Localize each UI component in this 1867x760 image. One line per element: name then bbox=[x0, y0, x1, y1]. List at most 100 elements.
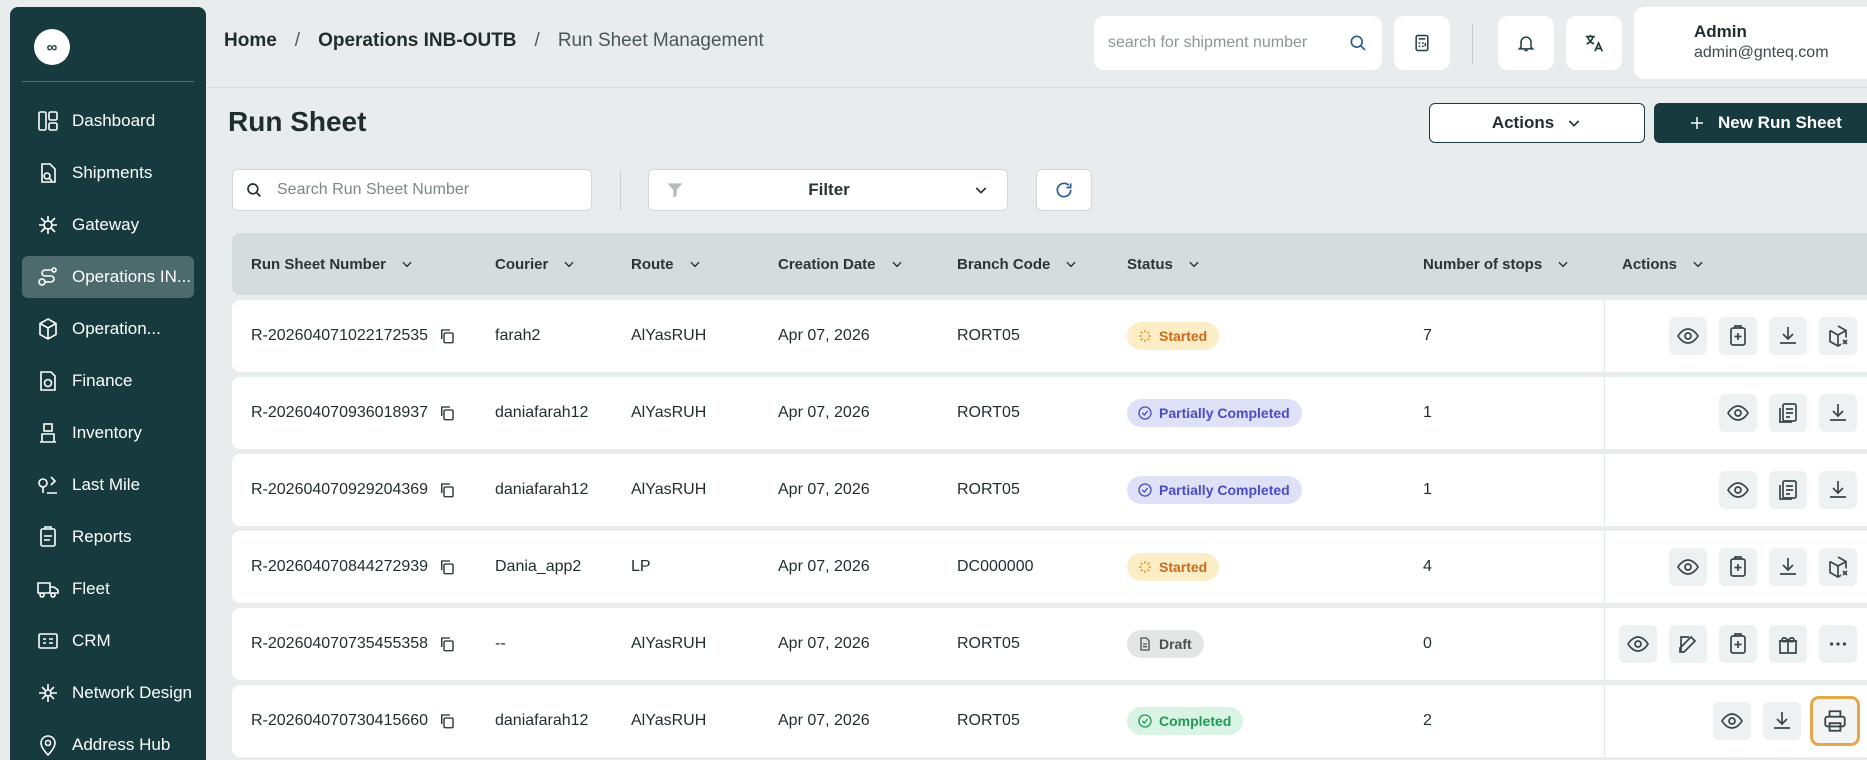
copy-icon[interactable] bbox=[438, 558, 456, 576]
edit-button[interactable] bbox=[1669, 625, 1707, 663]
stops-cell: 0 bbox=[1423, 635, 1432, 652]
breadcrumb: Home / Operations INB-OUTB / Run Sheet M… bbox=[224, 30, 764, 52]
download-button[interactable] bbox=[1769, 548, 1807, 586]
download-button[interactable] bbox=[1819, 471, 1857, 509]
view-button[interactable] bbox=[1713, 702, 1751, 740]
sidebar-item-label: Network Design bbox=[72, 683, 192, 702]
run-sheet-number[interactable]: R-202604070936018937 bbox=[251, 404, 428, 422]
assign-button[interactable] bbox=[1719, 625, 1757, 663]
sidebar-item-label: Finance bbox=[72, 371, 133, 390]
sidebar-item-shipments[interactable]: Shipments bbox=[22, 152, 194, 194]
sidebar-item-address-hub[interactable]: Address Hub bbox=[22, 724, 194, 760]
table-row[interactable]: R-202604070936018937 daniafarah12 AlYasR… bbox=[232, 377, 1867, 449]
download-icon bbox=[1830, 404, 1846, 421]
more-button[interactable] bbox=[1819, 625, 1857, 663]
table-row[interactable]: R-202604070735455358 -- AlYasRUH Apr 07,… bbox=[232, 608, 1867, 680]
documents-button[interactable] bbox=[1769, 394, 1807, 432]
download-button[interactable] bbox=[1769, 317, 1807, 355]
gift-button[interactable] bbox=[1769, 625, 1807, 663]
table-row[interactable]: R-202604070929204369 daniafarah12 AlYasR… bbox=[232, 454, 1867, 526]
chevron-down-icon bbox=[1066, 261, 1076, 268]
copy-icon[interactable] bbox=[438, 635, 456, 653]
toolbar-divider bbox=[620, 170, 621, 210]
run-sheet-number[interactable]: R-202604070730415660 bbox=[251, 712, 428, 730]
cancel-package-button[interactable] bbox=[1819, 317, 1857, 355]
table-row[interactable]: R-202604071022172535 farah2 AlYasRUH Apr… bbox=[232, 300, 1867, 372]
sidebar-item-crm[interactable]: CRM bbox=[22, 620, 194, 662]
breadcrumb-operations[interactable]: Operations INB-OUTB bbox=[318, 30, 516, 52]
breadcrumb-home[interactable]: Home bbox=[224, 30, 277, 52]
sidebar-item-fleet[interactable]: Fleet bbox=[22, 568, 194, 610]
dashboard-icon bbox=[38, 111, 58, 131]
column-creation-date[interactable]: Creation Date bbox=[778, 233, 904, 295]
status-label: Started bbox=[1159, 328, 1208, 344]
sidebar-item-finance[interactable]: Finance bbox=[22, 360, 194, 402]
run-sheet-number[interactable]: R-202604070844272939 bbox=[251, 558, 428, 576]
run-sheet-number[interactable]: R-202604070735455358 bbox=[251, 635, 428, 653]
view-button[interactable] bbox=[1619, 625, 1657, 663]
courier-cell: Dania_app2 bbox=[495, 558, 582, 575]
documents-icon bbox=[1779, 403, 1797, 423]
sidebar-item-dashboard[interactable]: Dashboard bbox=[22, 100, 194, 142]
column-number-of-stops[interactable]: Number of stops bbox=[1423, 233, 1570, 295]
download-button[interactable] bbox=[1763, 702, 1801, 740]
search-icon[interactable] bbox=[1348, 33, 1368, 53]
column-actions[interactable]: Actions bbox=[1622, 233, 1705, 295]
column-route[interactable]: Route bbox=[631, 233, 702, 295]
chevron-down-icon bbox=[1558, 261, 1568, 268]
sidebar-item-network-design[interactable]: Network Design bbox=[22, 672, 194, 714]
view-button[interactable] bbox=[1719, 471, 1757, 509]
download-button[interactable] bbox=[1819, 394, 1857, 432]
filter-dropdown[interactable]: Filter bbox=[648, 169, 1008, 211]
copy-icon[interactable] bbox=[438, 481, 456, 499]
shipment-search-input[interactable]: search for shipment number bbox=[1094, 16, 1382, 70]
print-button[interactable] bbox=[1810, 696, 1860, 746]
language-button[interactable] bbox=[1566, 16, 1622, 70]
run-sheet-number[interactable]: R-202604070929204369 bbox=[251, 481, 428, 499]
column-status[interactable]: Status bbox=[1127, 233, 1201, 295]
chevron-down-icon bbox=[1568, 120, 1580, 127]
column-run-sheet-number[interactable]: Run Sheet Number bbox=[251, 233, 414, 295]
view-button[interactable] bbox=[1719, 394, 1757, 432]
branch-cell: RORT05 bbox=[957, 481, 1020, 498]
branch-cell: RORT05 bbox=[957, 404, 1020, 421]
printer-icon bbox=[1824, 710, 1846, 732]
run-sheet-number[interactable]: R-202604071022172535 bbox=[251, 327, 428, 345]
table-row[interactable]: R-202604070844272939 Dania_app2 LP Apr 0… bbox=[232, 531, 1867, 603]
sidebar-item-last-mile[interactable]: Last Mile bbox=[22, 464, 194, 506]
column-courier[interactable]: Courier bbox=[495, 233, 576, 295]
view-button[interactable] bbox=[1669, 548, 1707, 586]
copy-icon[interactable] bbox=[438, 327, 456, 345]
status-badge: Draft bbox=[1127, 630, 1204, 658]
documents-button[interactable] bbox=[1769, 471, 1807, 509]
chevron-down-icon bbox=[1189, 261, 1199, 268]
branch-cell: DC000000 bbox=[957, 558, 1034, 575]
calculator-button[interactable] bbox=[1394, 16, 1450, 70]
column-branch-code[interactable]: Branch Code bbox=[957, 233, 1078, 295]
sidebar-item-gateway[interactable]: Gateway bbox=[22, 204, 194, 246]
actions-dropdown-button[interactable]: Actions bbox=[1429, 103, 1645, 143]
new-run-sheet-button[interactable]: New Run Sheet bbox=[1654, 103, 1867, 143]
row-actions bbox=[1604, 300, 1867, 372]
sidebar-item-label: Reports bbox=[72, 527, 132, 546]
assign-button[interactable] bbox=[1719, 548, 1757, 586]
assign-button[interactable] bbox=[1719, 317, 1757, 355]
route-cell: AlYasRUH bbox=[631, 712, 707, 729]
run-sheet-search-input[interactable]: Search Run Sheet Number bbox=[232, 169, 592, 211]
user-profile[interactable]: Admin admin@gnteq.com bbox=[1634, 7, 1867, 79]
sidebar-item-inventory[interactable]: Inventory bbox=[22, 412, 194, 454]
app-logo[interactable]: ∞ bbox=[34, 29, 70, 65]
plus-icon bbox=[1691, 117, 1703, 129]
package-x-icon bbox=[1829, 325, 1848, 347]
sidebar-item-label: Address Hub bbox=[72, 735, 171, 754]
view-button[interactable] bbox=[1669, 317, 1707, 355]
refresh-button[interactable] bbox=[1036, 169, 1092, 211]
copy-icon[interactable] bbox=[438, 404, 456, 422]
notifications-button[interactable] bbox=[1498, 16, 1554, 70]
cancel-package-button[interactable] bbox=[1819, 548, 1857, 586]
table-row[interactable]: R-202604070730415660 daniafarah12 AlYasR… bbox=[232, 685, 1867, 757]
copy-icon[interactable] bbox=[438, 712, 456, 730]
sidebar-item-reports[interactable]: Reports bbox=[22, 516, 194, 558]
sidebar-item-operation[interactable]: Operation... bbox=[22, 308, 194, 350]
sidebar-item-operations-inb[interactable]: Operations IN... bbox=[22, 256, 194, 298]
